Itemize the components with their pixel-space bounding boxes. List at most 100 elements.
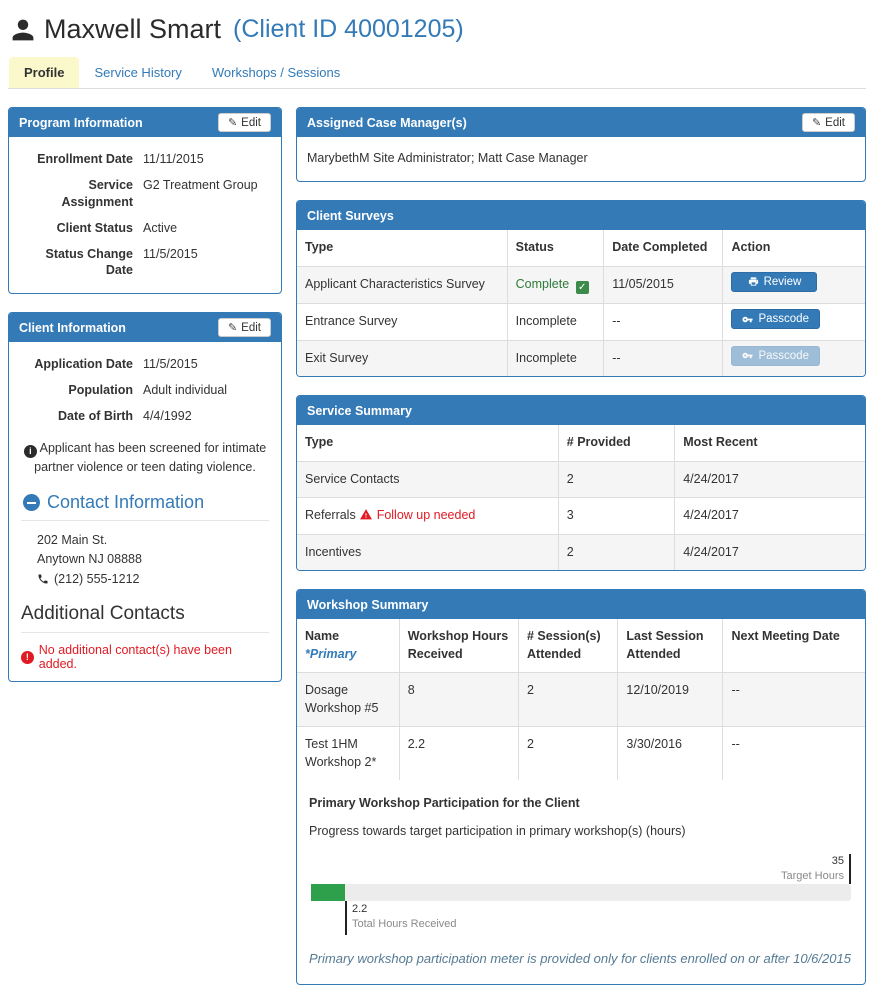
survey-type: Entrance Survey [297,303,508,341]
case-managers-value: MarybethM Site Administrator; Matt Case … [307,151,588,165]
field-value: G2 Treatment Group [143,177,258,192]
service-provided: 2 [557,460,676,498]
participation-heading: Primary Workshop Participation for the C… [309,796,580,810]
field-value: 11/5/2015 [143,357,198,372]
column-header: # Provided [557,425,676,462]
workshop-sessions: 2 [517,672,619,727]
survey-status: Incomplete [506,303,605,341]
program-information-panel: Program Information ✎ Edit Enrollment Da… [8,107,282,295]
review-button[interactable]: Review [731,271,818,292]
collapse-minus-icon[interactable] [23,494,40,512]
table-row: Test 1HM Workshop 2* 2.2 2 3/30/2016 -- [297,726,865,780]
workshop-sessions: 2 [517,726,619,780]
participation-section: Primary Workshop Participation for the C… [297,780,865,984]
table-row: Applicant Characteristics Survey Complet… [297,265,865,304]
workshop-next-meeting: -- [722,672,865,727]
client-information-panel: Client Information ✎ Edit Application Da… [8,312,282,683]
service-provided: 3 [557,497,676,535]
primary-note: *Primary [305,646,357,661]
tab-service-history[interactable]: Service History [79,57,196,88]
client-surveys-header: Client Surveys [297,201,865,230]
panel-title: Workshop Summary [307,597,429,612]
panel-title: Client Information [19,320,126,335]
column-header: Action [722,230,865,267]
client-name: Maxwell Smart [44,14,222,44]
phone-icon [37,573,49,585]
survey-type: Exit Survey [297,339,508,376]
program-information-edit-button[interactable]: ✎ Edit [217,113,271,132]
pencil-icon: ✎ [227,117,238,129]
alert-circle-icon: ! [21,650,34,664]
tab-bar: Profile Service History Workshops / Sess… [8,57,866,89]
program-information-header: Program Information ✎ Edit [9,108,281,137]
field-label: Status Change Date [45,246,133,278]
address-block: 202 Main St. Anytown NJ 08888 (212) 555-… [21,531,269,589]
client-profile-page: Maxwell Smart (Client ID 40001205) Profi… [0,0,881,995]
passcode-button-disabled[interactable]: Passcode [731,345,820,366]
phone-number: (212) 555-1212 [54,571,140,586]
no-additional-contacts-message: ! No additional contact(s) have been add… [21,643,269,671]
tab-workshops-sessions[interactable]: Workshops / Sessions [197,57,355,88]
client-id: (Client ID 40001205) [233,15,464,43]
service-summary-header: Service Summary [297,396,865,425]
printer-icon [748,277,758,286]
case-managers-edit-button[interactable]: ✎ Edit [801,113,855,132]
column-header: Next Meeting Date [722,619,865,673]
pencil-icon: ✎ [811,117,822,129]
service-type: Referrals Follow up needed [297,497,559,535]
address-line2: Anytown NJ 08888 [37,552,142,567]
survey-date: -- [603,339,724,376]
pencil-icon: ✎ [227,322,238,335]
participation-meter: 35 Target Hours 2.2 Total Hours Received [311,854,851,936]
client-surveys-panel: Client Surveys Type Status Date Complete… [296,200,866,377]
service-recent: 4/24/2017 [674,460,865,498]
survey-date: 11/05/2015 [603,265,724,304]
followup-warning: Follow up needed [376,508,476,522]
service-summary-panel: Service Summary Type # Provided Most Rec… [296,395,866,571]
column-header: # Session(s) Attended [517,619,619,673]
workshop-summary-table: Name *Primary Workshop Hours Received # … [297,619,865,780]
page-header: Maxwell Smart (Client ID 40001205) [8,8,866,49]
table-row: Incentives 2 4/24/2017 [297,533,865,570]
workshop-summary-panel: Workshop Summary Name *Primary Workshop … [296,589,866,986]
case-managers-panel: Assigned Case Manager(s) ✎ Edit Marybeth… [296,107,866,182]
workshop-next-meeting: -- [722,726,865,780]
screening-note: i Applicant has been screened for intima… [23,439,267,476]
table-row: Exit Survey Incomplete -- Passcode [297,339,865,376]
survey-status: Incomplete [506,339,605,376]
person-icon [10,17,36,43]
field-label: Date of Birth [58,409,133,423]
table-row: Dosage Workshop #5 8 2 12/10/2019 -- [297,672,865,727]
table-row: Entrance Survey Incomplete -- Passcode [297,303,865,341]
table-row: Service Contacts 2 4/24/2017 [297,460,865,498]
column-header: Type [297,425,559,462]
workshop-name: Test 1HM Workshop 2* [297,726,400,780]
key-icon [742,352,754,359]
field-label: Enrollment Date [37,152,133,166]
client-surveys-table: Type Status Date Completed Action Applic… [297,230,865,376]
field-value: 11/5/2015 [143,246,198,261]
survey-status: Complete ✓ [506,265,605,304]
key-icon [742,316,754,322]
column-header: Workshop Hours Received [398,619,520,673]
field-label: Application Date [34,357,133,372]
check-square-icon: ✓ [575,281,589,294]
service-recent: 4/24/2017 [674,497,865,535]
tab-profile[interactable]: Profile [9,57,80,88]
panel-title: Service Summary [307,403,412,418]
client-information-edit-button[interactable]: ✎ Edit [217,318,271,338]
client-information-header: Client Information ✎ Edit [9,313,281,343]
workshop-name: Dosage Workshop #5 [297,672,400,727]
warning-triangle-icon [359,508,373,522]
table-row: Referrals Follow up needed 3 4/24/2017 [297,497,865,535]
service-recent: 4/24/2017 [674,533,865,570]
service-summary-table: Type # Provided Most Recent Service Cont… [297,425,865,570]
field-value: 4/4/1992 [143,409,192,423]
passcode-button[interactable]: Passcode [731,309,820,329]
service-type: Service Contacts [297,460,559,498]
contact-information-toggle[interactable]: Contact Information [23,492,269,513]
meter-track [311,883,851,901]
participation-subheading: Progress towards target participation in… [309,824,686,838]
column-header: Last Session Attended [617,619,724,673]
panel-title: Client Surveys [307,208,394,223]
